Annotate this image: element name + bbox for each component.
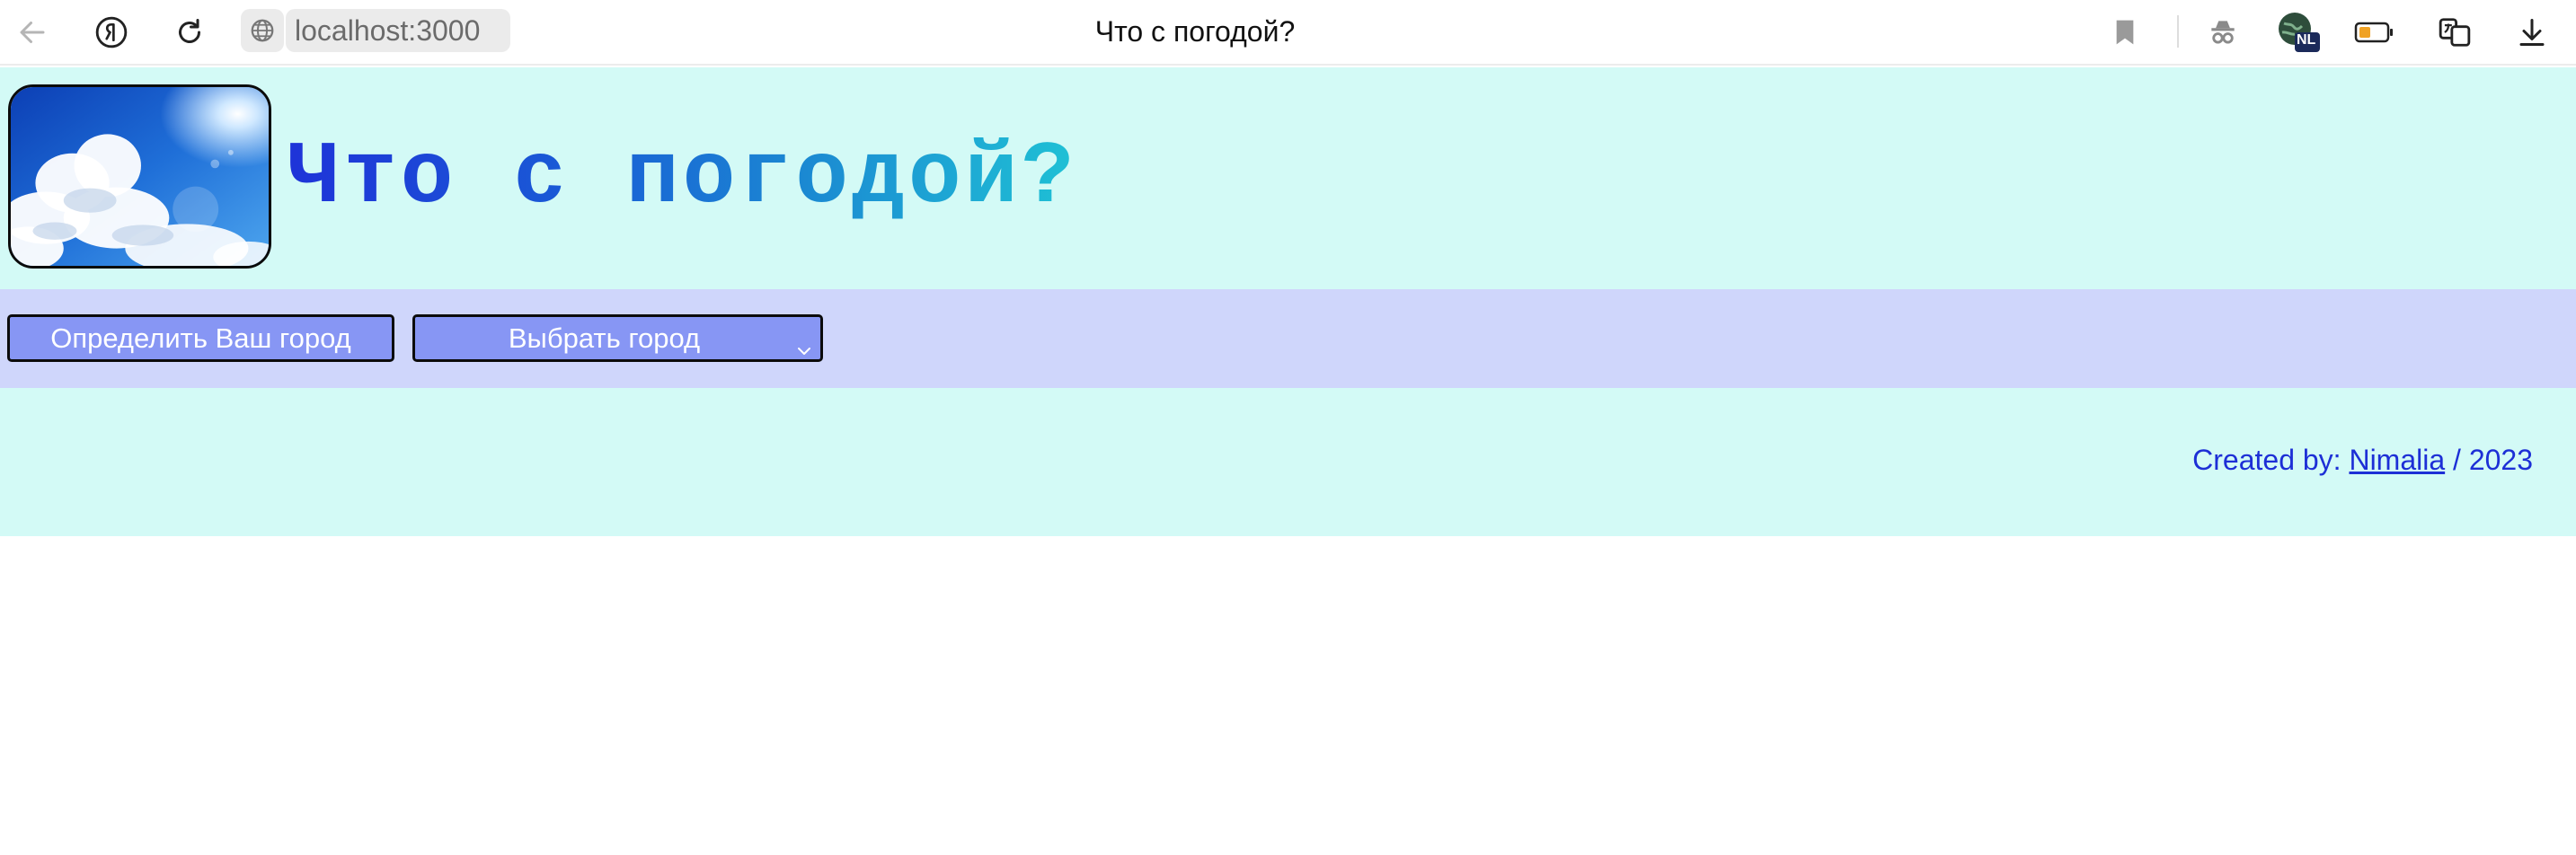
yandex-icon[interactable] <box>92 13 131 52</box>
download-icon[interactable] <box>2512 13 2552 52</box>
sky-logo-image <box>8 84 271 269</box>
chevron-down-icon <box>795 330 813 372</box>
reload-icon[interactable] <box>170 13 209 52</box>
detect-city-button[interactable]: Определить Ваш город <box>7 314 394 362</box>
page-title: Что с погодой? <box>288 67 1077 289</box>
city-select[interactable]: Выбрать город <box>412 314 823 362</box>
city-select-value: Выбрать город <box>508 322 701 354</box>
controls-bar: Определить Ваш город Выбрать город <box>0 289 2576 388</box>
profile-badge: NL <box>2297 32 2316 48</box>
profile-globe-icon[interactable]: NL <box>2275 9 2322 56</box>
site-header: Что с погодой? <box>0 67 2576 289</box>
credit-suffix: / 2023 <box>2445 444 2533 476</box>
address-bar[interactable]: localhost:3000 <box>286 9 510 52</box>
translate-icon[interactable] <box>2435 13 2474 52</box>
bookmark-icon[interactable] <box>2107 13 2143 52</box>
globe-icon[interactable] <box>241 9 284 52</box>
credit-prefix: Created by: <box>2192 444 2350 476</box>
back-arrow-icon[interactable] <box>13 13 52 52</box>
page-tab-title: Что с погодой? <box>1094 15 1296 48</box>
incognito-icon[interactable] <box>2203 13 2243 52</box>
toolbar-divider <box>2177 15 2179 48</box>
author-link[interactable]: Nimalia <box>2349 444 2445 476</box>
browser-toolbar: localhost:3000 Что с погодой? NL <box>0 0 2576 66</box>
credit-line: Created by: Nimalia / 2023 <box>2192 444 2533 477</box>
site-footer: Created by: Nimalia / 2023 <box>0 388 2576 536</box>
battery-icon[interactable] <box>2352 13 2395 52</box>
